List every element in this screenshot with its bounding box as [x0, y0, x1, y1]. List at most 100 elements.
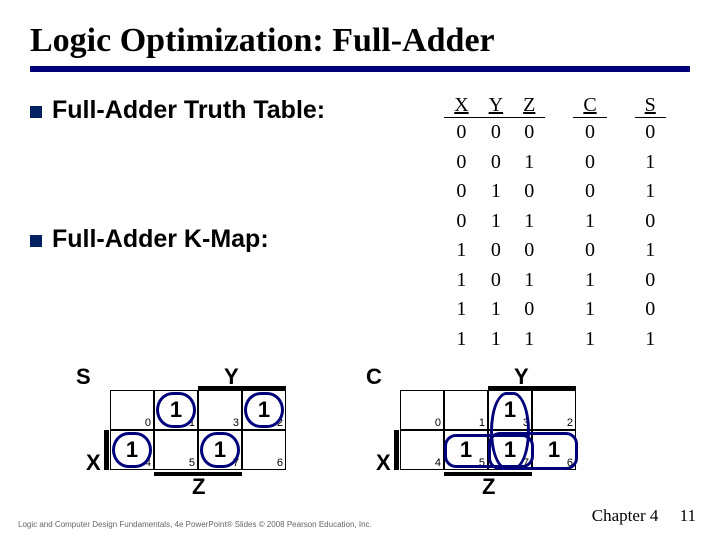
- tt-cell: 1: [513, 265, 545, 294]
- kmap-cell-index: 5: [479, 457, 485, 469]
- tt-cell: [545, 118, 573, 148]
- table-row: 10001: [444, 236, 666, 265]
- kmap-cell: 2: [532, 390, 576, 430]
- kmap-cell: 4: [400, 430, 444, 470]
- tt-cell: 1: [573, 207, 606, 236]
- truth-table: X Y Z C S 000000010101001011101000110110…: [410, 90, 690, 354]
- kmap-cell-index: 4: [435, 457, 441, 469]
- kmap-cell-index: 3: [523, 417, 529, 429]
- tt-cell: 1: [479, 177, 513, 206]
- tt-cell: [607, 148, 635, 177]
- slide: Logic Optimization: Full-Adder Full-Adde…: [0, 0, 720, 540]
- tt-cell: 0: [479, 236, 513, 265]
- kmap-cell-index: 1: [189, 417, 195, 429]
- kmap-c-label: C: [366, 364, 382, 390]
- kmap-x-label: X: [86, 450, 101, 476]
- tt-cell: [545, 177, 573, 206]
- bullet-icon: [30, 106, 42, 118]
- kmap-cell-index: 6: [277, 457, 283, 469]
- tt-head-s: S: [635, 94, 666, 118]
- bullet-list: Full-Adder Truth Table: Full-Adder K-Map…: [30, 90, 390, 354]
- tt-cell: 1: [444, 236, 478, 265]
- body: Full-Adder Truth Table: Full-Adder K-Map…: [30, 90, 690, 354]
- kmap-cell-index: 0: [435, 417, 441, 429]
- tt-cell: 0: [479, 148, 513, 177]
- table-row: 10110: [444, 265, 666, 294]
- kmap-z-label: Z: [192, 474, 205, 500]
- tt-cell: 0: [479, 118, 513, 148]
- tt-cell: 1: [479, 207, 513, 236]
- tt-cell: 0: [573, 118, 606, 148]
- table-row: 01001: [444, 177, 666, 206]
- kmap-row: S Y 011312145176 X Z C Y 011324151716 X …: [70, 364, 690, 524]
- bullet-kmap: Full-Adder K-Map:: [30, 225, 390, 254]
- kmap-cell-index: 7: [523, 457, 529, 469]
- tt-cell: 1: [635, 236, 666, 265]
- tt-cell: [607, 295, 635, 324]
- kmap-cell: 11: [154, 390, 198, 430]
- tt-cell: 0: [513, 236, 545, 265]
- tt-cell: 0: [479, 265, 513, 294]
- tt-cell: 0: [513, 118, 545, 148]
- tt-cell: [607, 118, 635, 148]
- bullet-icon: [30, 235, 42, 247]
- tt-head-c: C: [573, 94, 606, 118]
- tt-cell: 1: [573, 265, 606, 294]
- kmap-cell: 16: [532, 430, 576, 470]
- kmap-cell: 17: [488, 430, 532, 470]
- kmap-s-grid: 011312145176: [110, 390, 286, 470]
- tt-cell: [607, 236, 635, 265]
- tt-cell: 1: [444, 295, 478, 324]
- kmap-cell-index: 1: [479, 417, 485, 429]
- kmap-s-label: S: [76, 364, 91, 390]
- tt-cell: 0: [635, 295, 666, 324]
- tt-gap: [607, 94, 635, 118]
- kmap-cell: 5: [154, 430, 198, 470]
- bullet-text: Full-Adder Truth Table:: [52, 96, 325, 125]
- tt-cell: 0: [635, 207, 666, 236]
- tt-cell: 0: [573, 236, 606, 265]
- kmap-x-bar: [394, 430, 399, 470]
- tt-cell: [545, 148, 573, 177]
- kmap-cell: 15: [444, 430, 488, 470]
- kmap-c: C Y 011324151716 X Z: [360, 364, 600, 524]
- tt-cell: 1: [479, 324, 513, 354]
- tt-cell: 0: [444, 207, 478, 236]
- table-row: 00000: [444, 118, 666, 148]
- kmap-cell: 12: [242, 390, 286, 430]
- tt-cell: 0: [635, 265, 666, 294]
- kmap-cell: 14: [110, 430, 154, 470]
- footer-copyright: Logic and Computer Design Fundamentals, …: [18, 521, 372, 530]
- table-row: 11010: [444, 295, 666, 324]
- tt-cell: 1: [573, 324, 606, 354]
- table-row: 11111: [444, 324, 666, 354]
- tt-cell: 1: [444, 324, 478, 354]
- tt-cell: 1: [635, 324, 666, 354]
- tt-cell: 0: [573, 177, 606, 206]
- kmap-cell-index: 3: [233, 417, 239, 429]
- tt-cell: 1: [479, 295, 513, 324]
- tt-cell: 0: [573, 148, 606, 177]
- kmap-cell: 6: [242, 430, 286, 470]
- tt-cell: [607, 207, 635, 236]
- tt-cell: 1: [573, 295, 606, 324]
- tt-cell: [545, 265, 573, 294]
- tt-cell: 1: [635, 177, 666, 206]
- tt-cell: 0: [635, 118, 666, 148]
- tt-cell: 0: [444, 118, 478, 148]
- kmap-x-label: X: [376, 450, 391, 476]
- kmap-cell: 13: [488, 390, 532, 430]
- tt-cell: [545, 207, 573, 236]
- kmap-cell-index: 7: [233, 457, 239, 469]
- tt-head-z: Z: [513, 94, 545, 118]
- table-row: 00101: [444, 148, 666, 177]
- kmap-cell-index: 2: [567, 417, 573, 429]
- tt-cell: [607, 265, 635, 294]
- tt-cell: 1: [635, 148, 666, 177]
- kmap-cell-index: 4: [145, 457, 151, 469]
- tt-cell: 0: [513, 177, 545, 206]
- tt-cell: 1: [513, 324, 545, 354]
- tt-cell: 1: [513, 207, 545, 236]
- kmap-x-bar: [104, 430, 109, 470]
- bullet-truth-table: Full-Adder Truth Table:: [30, 96, 390, 125]
